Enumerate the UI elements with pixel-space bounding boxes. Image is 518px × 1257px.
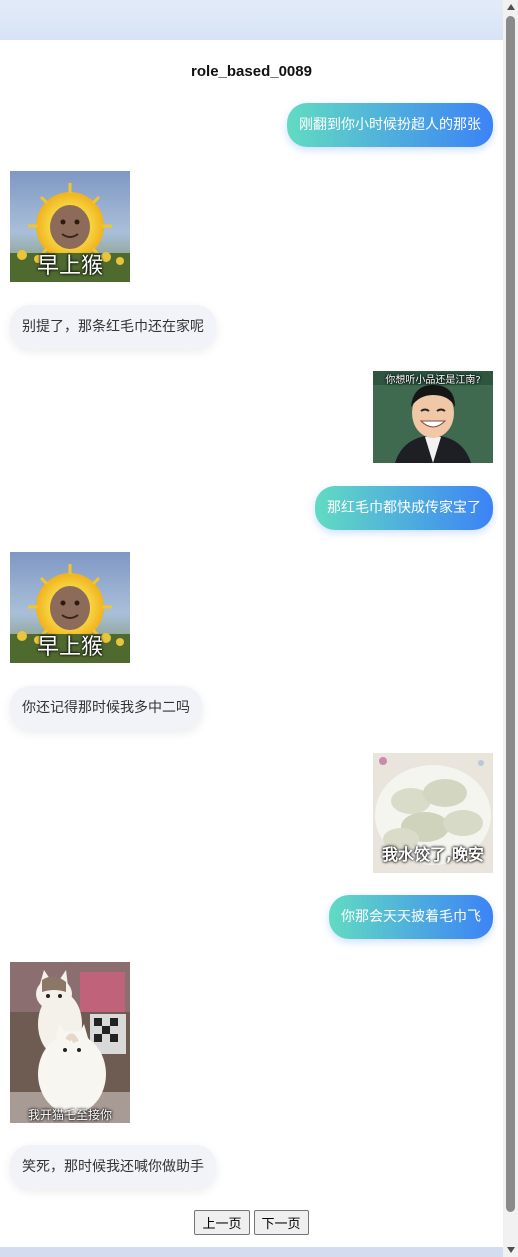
scroll-down-arrow-icon[interactable] [507, 1247, 515, 1253]
sun-baby-sticker[interactable]: 早上猴 [10, 552, 130, 663]
smiling-man-sticker[interactable]: 你想听小品还是江南? [373, 371, 493, 463]
sun-baby-sticker[interactable]: 早上猴 [10, 171, 130, 282]
message-bubble-received: 别提了，那条红毛巾还在家呢 [10, 305, 216, 349]
dumplings-sticker[interactable]: 我水饺了,晚安 [373, 753, 493, 873]
chat-container: role_based_0089 刚翻到你小时候扮超人的那张 早上猴 别提了，那条… [0, 0, 503, 1257]
sticker-caption: 我水饺了,晚安 [381, 845, 485, 864]
cat-driving-sticker-image [10, 962, 130, 1123]
sticker-caption: 早上猴 [36, 635, 103, 660]
sticker-caption: 我开猫乇至接你 [27, 1108, 112, 1122]
message-bubble-received: 笑死，那时候我还喊你做助手 [10, 1145, 216, 1189]
message-bubble-sent: 那红毛巾都快成传家宝了 [315, 486, 493, 530]
sticker-caption: 早上猴 [36, 254, 103, 279]
page-title: role_based_0089 [191, 63, 312, 80]
scroll-thumb[interactable] [506, 16, 515, 1212]
bottom-band [0, 1247, 503, 1257]
pagination: 上一页 下一页 [0, 1210, 503, 1235]
message-bubble-sent: 你那会天天披着毛巾飞 [329, 895, 493, 939]
message-bubble-received: 你还记得那时候我多中二吗 [10, 686, 202, 730]
prev-page-button[interactable]: 上一页 [194, 1210, 250, 1235]
vertical-scrollbar[interactable] [503, 0, 518, 1257]
sticker-caption: 你想听小品还是江南? [385, 375, 481, 386]
scroll-up-arrow-icon[interactable] [507, 4, 515, 10]
message-bubble-sent: 刚翻到你小时候扮超人的那张 [287, 103, 493, 147]
next-page-button[interactable]: 下一页 [253, 1210, 309, 1235]
cat-driving-sticker[interactable]: 我开猫乇至接你 [10, 962, 130, 1123]
